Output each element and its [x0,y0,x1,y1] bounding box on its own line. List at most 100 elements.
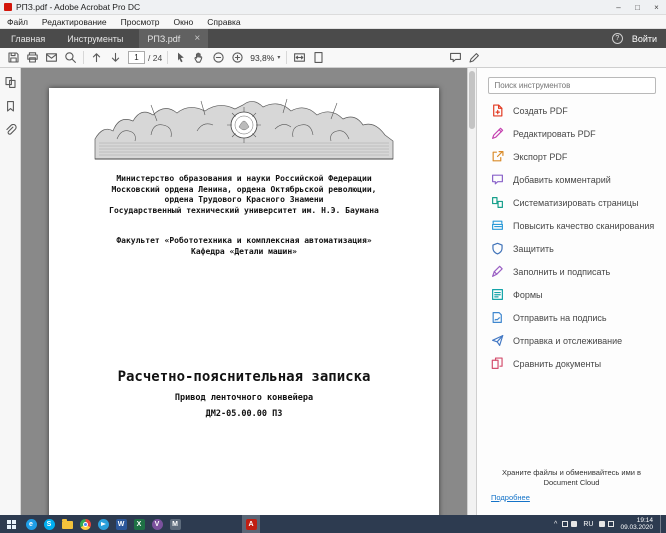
scrollbar-thumb[interactable] [469,71,475,129]
fit-width-icon[interactable] [290,49,309,67]
hand-tool-icon[interactable] [190,49,209,67]
clock-time: 19:14 [620,517,653,525]
tray-icon[interactable] [571,521,577,527]
tab-tools[interactable]: Инструменты [56,29,134,48]
save-icon[interactable] [4,49,23,67]
tool-label: Формы [513,290,543,300]
taskbar-app-mail[interactable]: M [166,515,184,533]
tool-label: Отправка и отслеживание [513,336,622,346]
tools-panel-item-edit-pdf[interactable]: Редактировать PDF [477,122,666,145]
taskbar-app-skype[interactable]: S [40,515,58,533]
taskbar-app-acrobat-active[interactable]: A [242,515,260,533]
zoom-level-dropdown[interactable]: 93,8%▾ [247,53,283,63]
tool-label: Редактировать PDF [513,129,596,139]
minimize-button[interactable]: – [609,0,628,14]
taskbar-app-excel[interactable]: X [130,515,148,533]
toolbar-separator [83,51,84,64]
promo-more-link[interactable]: Подробнее [491,493,652,504]
tool-label: Систематизировать страницы [513,198,638,208]
search-icon[interactable] [61,49,80,67]
menu-view[interactable]: Просмотр [114,17,167,27]
engraving-header-image [87,97,401,163]
menu-file[interactable]: Файл [0,17,35,27]
tray-icon[interactable] [608,521,614,527]
taskbar-app-viber[interactable]: V [148,515,166,533]
tools-search-input[interactable] [488,77,656,94]
fit-page-icon[interactable] [309,49,328,67]
tools-panel-item-send-track[interactable]: Отправка и отслеживание [477,329,666,352]
show-desktop-button[interactable] [660,515,664,533]
document-subtitle: Привод ленточного конвейера [49,393,439,403]
toolbar: 1 / 24 93,8%▾ [0,48,666,68]
start-button[interactable] [0,515,22,533]
attachments-icon[interactable] [3,123,18,138]
taskbar-clock[interactable]: 19:14 09.03.2020 [620,517,653,532]
tools-panel-item-create-pdf[interactable]: Создать PDF [477,99,666,122]
maximize-button[interactable]: □ [628,0,647,14]
taskbar-app-file-explorer[interactable] [58,515,76,533]
document-view[interactable]: Министерство образования и науки Российс… [21,68,467,515]
skype-icon: S [44,519,55,530]
tools-panel-item-organize-pages[interactable]: Систематизировать страницы [477,191,666,214]
export-pdf-icon [491,150,504,163]
chrome-icon [80,519,91,530]
tool-label: Заполнить и подписать [513,267,610,277]
close-button[interactable]: × [647,0,666,14]
document-code: ДМ2-05.00.00 ПЗ [49,409,439,419]
tool-label: Повысить качество сканирования [513,221,654,231]
menubar: Файл Редактирование Просмотр Окно Справк… [0,15,666,29]
menu-help[interactable]: Справка [200,17,247,27]
close-tab-icon[interactable]: × [194,33,200,44]
select-tool-icon[interactable] [171,49,190,67]
tools-panel-item-send-for-signature[interactable]: Отправить на подпись [477,306,666,329]
vertical-scrollbar[interactable] [467,68,476,515]
page-thumbnails-icon[interactable] [3,75,18,90]
send-track-icon [491,334,504,347]
tools-panel-item-add-comment[interactable]: Добавить комментарий [477,168,666,191]
tools-panel-item-protect[interactable]: Защитить [477,237,666,260]
comment-icon[interactable] [446,49,465,67]
taskbar-app-edge[interactable]: e [22,515,40,533]
tools-panel-item-fill-sign[interactable]: Заполнить и подписать [477,260,666,283]
email-icon[interactable] [42,49,61,67]
tools-panel-item-forms[interactable]: Формы [477,283,666,306]
taskbar-app-chrome[interactable] [76,515,94,533]
page-header-line: Министерство образования и науки Российс… [49,174,439,185]
tab-home[interactable]: Главная [0,29,56,48]
menu-edit[interactable]: Редактирование [35,17,114,27]
tools-panel-item-export-pdf[interactable]: Экспорт PDF [477,145,666,168]
next-page-icon[interactable] [106,49,125,67]
pencil-icon[interactable] [465,49,484,67]
zoom-out-icon[interactable] [209,49,228,67]
zoom-in-icon[interactable] [228,49,247,67]
create-pdf-icon [491,104,504,117]
tray-icon[interactable] [599,521,605,527]
previous-page-icon[interactable] [87,49,106,67]
forms-icon [491,288,504,301]
organize-pages-icon [491,196,504,209]
tools-panel-item-enhance-scans[interactable]: Повысить качество сканирования [477,214,666,237]
window-title: РПЗ.pdf - Adobe Acrobat Pro DC [16,2,140,12]
mail-icon: M [170,519,181,530]
department-line: Кафедра «Детали машин» [49,247,439,258]
sign-in-button[interactable]: Войти [632,34,657,44]
titlebar: РПЗ.pdf - Adobe Acrobat Pro DC – □ × [0,0,666,15]
tabbar: Главная Инструменты РПЗ.pdf × ? Войти [0,29,666,48]
taskbar-app-telegram[interactable] [94,515,112,533]
tray-icon[interactable] [562,521,568,527]
tray-chevron-icon[interactable]: ^ [554,521,557,528]
tools-panel-item-compare-documents[interactable]: Сравнить документы [477,352,666,375]
bookmarks-icon[interactable] [3,99,18,114]
tabbar-right: ? Войти [612,29,666,48]
taskbar-app-word[interactable]: W [112,515,130,533]
help-icon[interactable]: ? [612,33,623,44]
menu-window[interactable]: Окно [167,17,201,27]
system-tray: ^ RU 19:14 09.03.2020 [554,515,666,533]
print-icon[interactable] [23,49,42,67]
add-comment-icon [491,173,504,186]
language-indicator[interactable]: RU [583,521,593,528]
tab-document[interactable]: РПЗ.pdf × [139,29,208,48]
acrobat-app-icon [4,3,12,11]
window-controls: – □ × [609,0,666,14]
page-number-input[interactable]: 1 [128,51,145,64]
